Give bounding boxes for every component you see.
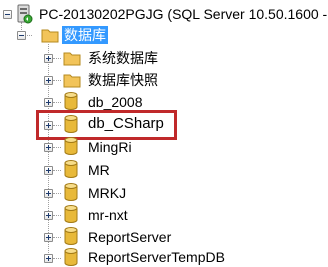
- expand-toggle[interactable]: [44, 143, 53, 152]
- collapse-server-toggle[interactable]: [3, 10, 12, 19]
- red-highlight-box: [36, 110, 177, 140]
- expand-toggle[interactable]: [44, 98, 53, 107]
- server-node-label[interactable]: PC-20130202PGJG (SQL Server 10.50.1600 -: [37, 5, 328, 23]
- expand-toggle[interactable]: [44, 54, 53, 63]
- tree-connector: [53, 258, 61, 259]
- tree-item-label[interactable]: 系统数据库: [86, 49, 160, 67]
- tree-connector: [53, 80, 61, 81]
- database-icon: [64, 92, 78, 110]
- expand-toggle[interactable]: [44, 233, 53, 242]
- expand-toggle[interactable]: [44, 166, 53, 175]
- databases-folder-label[interactable]: 数据库: [62, 26, 108, 44]
- tree-item-label[interactable]: db_2008: [86, 93, 145, 111]
- tree-item-label[interactable]: MRKJ: [86, 184, 128, 202]
- tree-item-label[interactable]: 数据库快照: [86, 71, 160, 89]
- tree-item-label[interactable]: mr-nxt: [86, 206, 130, 224]
- tree-connector: [53, 193, 61, 194]
- tree-connector: [53, 58, 61, 59]
- tree-item-label[interactable]: ReportServer: [86, 228, 173, 246]
- tree-connector: [53, 237, 61, 238]
- database-icon: [64, 160, 78, 178]
- expand-toggle[interactable]: [44, 189, 53, 198]
- expand-toggle[interactable]: [44, 211, 53, 220]
- expand-toggle[interactable]: [44, 254, 53, 263]
- object-explorer-tree: PC-20130202PGJG (SQL Server 10.50.1600 -…: [0, 0, 328, 267]
- database-icon: [64, 227, 78, 245]
- folder-icon: [63, 52, 81, 66]
- database-icon: [64, 248, 78, 266]
- database-icon: [64, 137, 78, 155]
- tree-connector: [53, 102, 61, 103]
- tree-connector: [53, 170, 61, 171]
- tree-item-label[interactable]: MR: [86, 161, 112, 179]
- folder-icon: [63, 74, 81, 88]
- expand-toggle[interactable]: [44, 76, 53, 85]
- tree-connector: [53, 215, 61, 216]
- database-icon: [64, 205, 78, 223]
- server-icon: [17, 4, 33, 24]
- collapse-databases-toggle[interactable]: [17, 31, 26, 40]
- tree-connector: [53, 147, 61, 148]
- database-icon: [64, 183, 78, 201]
- tree-item-label[interactable]: ReportServerTempDB: [86, 248, 227, 266]
- folder-icon: [41, 29, 59, 43]
- tree-item-label[interactable]: MingRi: [86, 138, 134, 156]
